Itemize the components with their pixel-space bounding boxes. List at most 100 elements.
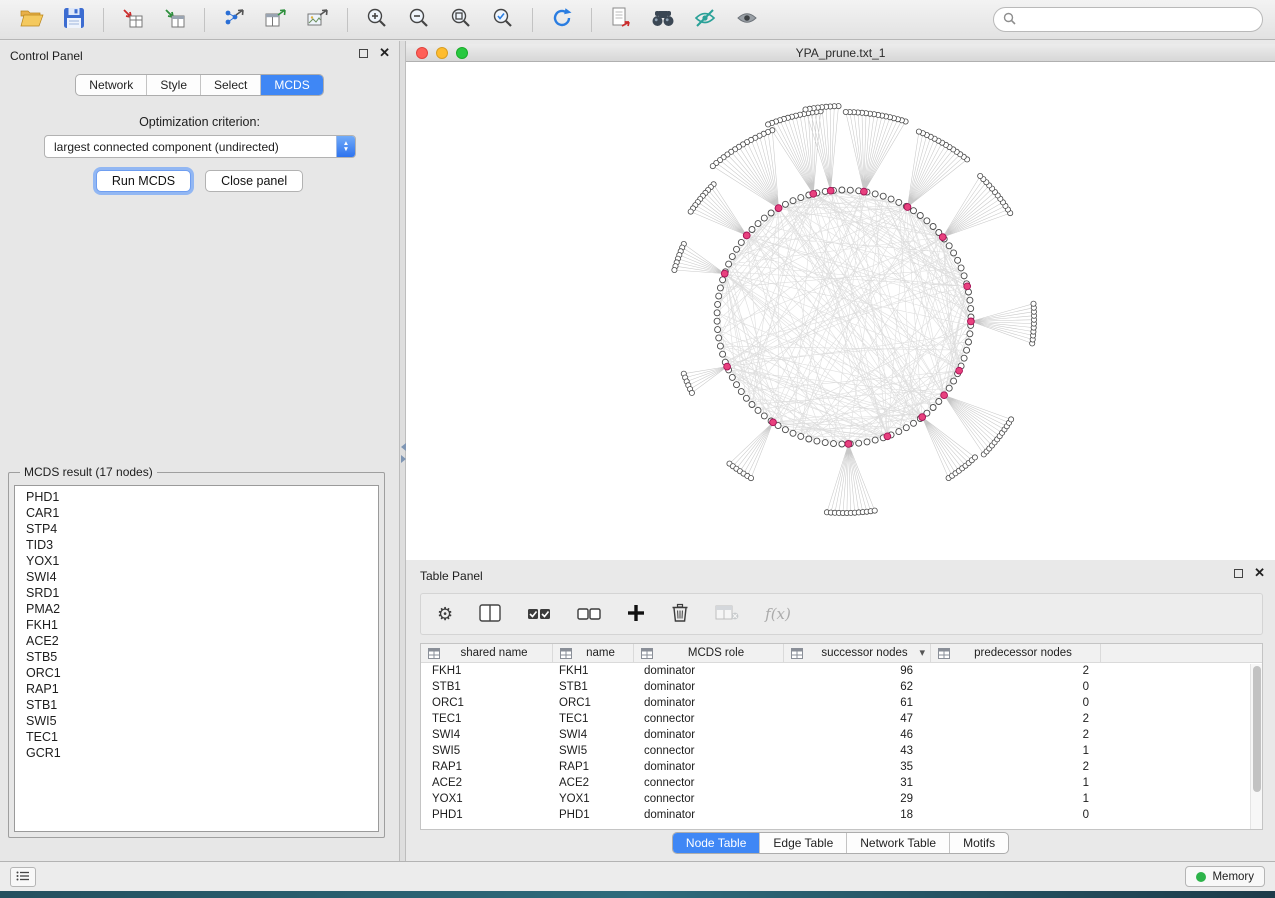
network-dominator-node[interactable] [884,433,891,440]
zoom-out-button[interactable] [399,4,439,36]
network-node[interactable] [930,405,936,411]
mcds-result-item[interactable]: RAP1 [26,681,378,697]
mcds-result-item[interactable]: TEC1 [26,729,378,745]
network-dominator-node[interactable] [941,392,948,399]
network-node[interactable] [839,441,845,447]
network-node[interactable] [715,327,721,333]
network-node[interactable] [814,438,820,444]
column-header-predecessor-nodes[interactable]: predecessor nodes [931,644,1101,662]
network-node[interactable] [738,389,744,395]
network-node[interactable] [924,218,930,224]
network-dominator-node[interactable] [968,318,975,325]
show-button[interactable] [727,4,767,36]
network-node[interactable] [716,293,722,299]
network-dominator-node[interactable] [956,367,963,374]
search-input[interactable] [1022,12,1253,28]
window-minimize-button[interactable] [436,47,448,59]
network-node[interactable] [967,297,973,303]
tab-network-table[interactable]: Network Table [847,833,950,853]
mcds-result-item[interactable]: GCR1 [26,745,378,761]
mcds-result-item[interactable]: SWI4 [26,569,378,585]
table-row[interactable]: SWI5SWI5connector431 [421,743,1262,759]
network-dominator-node[interactable] [964,283,971,290]
network-dominator-node[interactable] [810,190,817,197]
table-scrollbar[interactable] [1250,664,1262,829]
mcds-result-item[interactable]: TID3 [26,537,378,553]
network-node[interactable] [749,402,755,408]
table-row[interactable]: STB1STB1dominator620 [421,679,1262,695]
network-node[interactable] [749,227,755,233]
network-dominator-node[interactable] [861,188,868,195]
network-node[interactable] [798,433,804,439]
network-leaf-node[interactable] [710,164,715,169]
network-node[interactable] [872,191,878,197]
network-leaf-node[interactable] [972,455,977,460]
network-node[interactable] [734,246,740,252]
network-leaf-node[interactable] [766,122,771,127]
import-network-button[interactable] [113,4,153,36]
network-node[interactable] [872,437,878,443]
mcds-result-item[interactable]: SRD1 [26,585,378,601]
network-node[interactable] [896,199,902,205]
network-node[interactable] [729,374,735,380]
column-header-shared-name[interactable]: shared name [421,644,553,662]
table-row[interactable]: FKH1FKH1dominator962 [421,663,1262,679]
table-row[interactable]: ACE2ACE2connector311 [421,775,1262,791]
tab-network[interactable]: Network [76,75,147,95]
tab-node-table[interactable]: Node Table [673,833,761,853]
table-row[interactable]: YOX1YOX1connector291 [421,791,1262,807]
network-node[interactable] [790,430,796,436]
network-node[interactable] [888,196,894,202]
mcds-result-item[interactable]: FKH1 [26,617,378,633]
network-node[interactable] [951,250,957,256]
network-leaf-node[interactable] [672,267,677,272]
tab-mcds[interactable]: MCDS [261,75,322,95]
delete-column-button[interactable] [671,603,689,626]
mcds-result-item[interactable]: STB1 [26,697,378,713]
network-node[interactable] [782,427,788,433]
network-node[interactable] [715,301,721,307]
network-svg[interactable] [406,62,1275,560]
import-table-button[interactable] [155,4,195,36]
network-leaf-node[interactable] [748,476,753,481]
network-dominator-node[interactable] [721,270,728,277]
network-canvas[interactable] [406,62,1275,560]
network-node[interactable] [729,254,735,260]
network-node[interactable] [955,257,961,263]
network-node[interactable] [717,343,723,349]
network-node[interactable] [917,213,923,219]
network-node[interactable] [734,382,740,388]
zoom-selected-button[interactable] [483,4,523,36]
column-header-mcds-role[interactable]: MCDS role [634,644,784,662]
zoom-fit-button[interactable] [441,4,481,36]
network-dominator-node[interactable] [770,419,777,426]
status-menu-button[interactable] [10,867,36,887]
network-node[interactable] [951,378,957,384]
column-header-name[interactable]: name [553,644,634,662]
window-close-button[interactable] [416,47,428,59]
network-leaf-node[interactable] [803,107,808,112]
run-mcds-button[interactable]: Run MCDS [96,170,191,192]
network-node[interactable] [911,208,917,214]
network-node[interactable] [880,193,886,199]
tab-motifs[interactable]: Motifs [950,833,1008,853]
table-row[interactable]: ORC1ORC1dominator610 [421,695,1262,711]
network-node[interactable] [806,436,812,442]
window-zoom-button[interactable] [456,47,468,59]
network-node[interactable] [761,413,767,419]
export-network-button[interactable] [214,4,254,36]
network-node[interactable] [896,429,902,435]
network-node[interactable] [958,265,964,271]
table-row[interactable]: SWI4SWI4dominator462 [421,727,1262,743]
network-node[interactable] [738,239,744,245]
network-node[interactable] [714,318,720,324]
mcds-result-item[interactable]: SWI5 [26,713,378,729]
tab-style[interactable]: Style [147,75,201,95]
export-table-button[interactable] [256,4,296,36]
network-node[interactable] [755,407,761,413]
network-node[interactable] [755,221,761,227]
network-leaf-node[interactable] [978,173,983,178]
network-node[interactable] [714,310,720,316]
network-leaf-node[interactable] [843,109,848,114]
open-button[interactable] [12,4,52,36]
